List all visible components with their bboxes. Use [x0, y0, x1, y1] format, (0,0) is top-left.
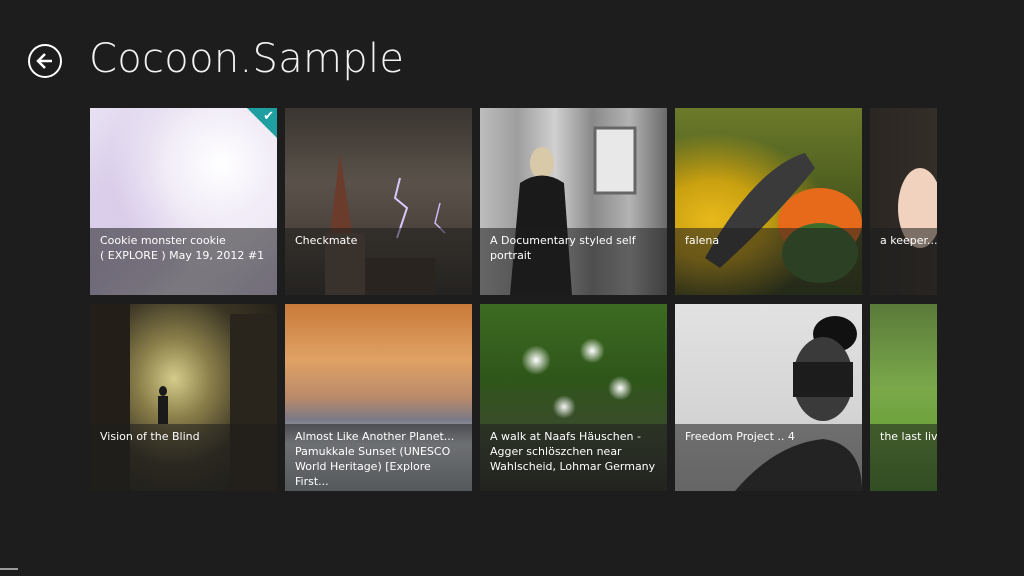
tile-caption: Freedom Project .. 4 — [675, 424, 862, 491]
tile-caption: falena — [675, 228, 862, 295]
tile-caption: Cookie monster cookie ( EXPLORE ) May 19… — [90, 228, 277, 295]
grid-item-9[interactable]: Freedom Project .. 4 — [675, 304, 862, 491]
page-title: Cocoon.Sample — [89, 36, 405, 82]
tile-caption: A walk at Naafs Häuschen - Agger schlösz… — [480, 424, 667, 491]
grid-item-10[interactable]: the last livin — [870, 304, 937, 491]
back-button[interactable] — [28, 44, 62, 78]
checkmark-icon: ✔ — [263, 109, 274, 124]
tile-caption: Almost Like Another Planet... Pamukkale … — [285, 424, 472, 491]
tile-caption: A Documentary styled self portrait — [480, 228, 667, 295]
back-arrow-icon — [36, 53, 52, 69]
tile-caption: a keeper.... — [870, 228, 937, 295]
tile-caption: the last livin — [870, 424, 937, 491]
grid-item-4[interactable]: falena — [675, 108, 862, 295]
grid-item-8[interactable]: A walk at Naafs Häuschen - Agger schlösz… — [480, 304, 667, 491]
grid-item-7[interactable]: Almost Like Another Planet... Pamukkale … — [285, 304, 472, 491]
grid-item-1[interactable]: ✔ Cookie monster cookie ( EXPLORE ) May … — [90, 108, 277, 295]
image-grid: ✔ Cookie monster cookie ( EXPLORE ) May … — [90, 108, 937, 491]
tile-caption: Checkmate — [285, 228, 472, 295]
grid-item-6[interactable]: Vision of the Blind — [90, 304, 277, 491]
grid-item-3[interactable]: A Documentary styled self portrait — [480, 108, 667, 295]
tile-caption: Vision of the Blind — [90, 424, 277, 491]
grid-item-2[interactable]: Checkmate — [285, 108, 472, 295]
grid-item-5[interactable]: a keeper.... — [870, 108, 937, 295]
scroll-indicator — [0, 568, 18, 570]
